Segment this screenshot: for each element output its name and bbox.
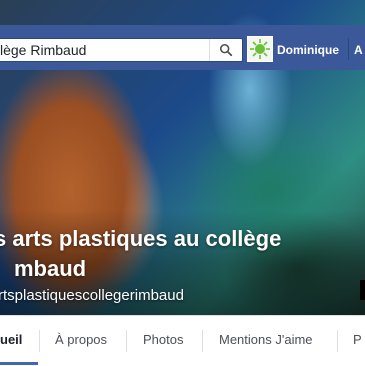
tab-home-label: ueil — [0, 332, 23, 347]
tab-photos[interactable]: Photos — [143, 316, 183, 364]
nav-divider — [348, 38, 349, 60]
tab-about-label: À propos — [55, 332, 108, 347]
avatar-image — [248, 37, 272, 61]
tab-photos-label: Photos — [143, 332, 184, 347]
cover-edge — [360, 280, 365, 300]
tab-divider — [126, 330, 127, 352]
user-name-link[interactable]: Dominique — [277, 43, 339, 57]
tab-divider — [337, 330, 338, 352]
page-title-line1: s arts plastiques au collège — [0, 226, 282, 251]
search-icon — [219, 43, 233, 57]
avatar[interactable] — [247, 36, 273, 62]
tab-divider — [39, 330, 40, 352]
tab-divider — [202, 330, 203, 352]
tab-likes[interactable]: Mentions J'aime — [219, 316, 313, 364]
search-button[interactable] — [209, 39, 242, 61]
tab-likes-label: Mentions J'aime — [219, 332, 313, 347]
page-title-line2: mbaud — [14, 256, 87, 281]
page-tab-bar: ueil À propos Photos Mentions J'aime P — [0, 315, 365, 366]
search-box[interactable] — [0, 38, 243, 62]
tab-about[interactable]: À propos — [55, 316, 107, 364]
page-username[interactable]: rtsplastiquescollegerimbaud — [0, 287, 184, 304]
tab-more-label: P — [353, 332, 362, 347]
tab-home[interactable]: ueil — [0, 316, 38, 365]
page-title[interactable]: s arts plastiques au collège mbaud — [0, 224, 354, 284]
nav-home-link[interactable]: A — [354, 43, 363, 57]
tab-more[interactable]: P — [353, 316, 362, 364]
search-input[interactable] — [0, 39, 200, 61]
